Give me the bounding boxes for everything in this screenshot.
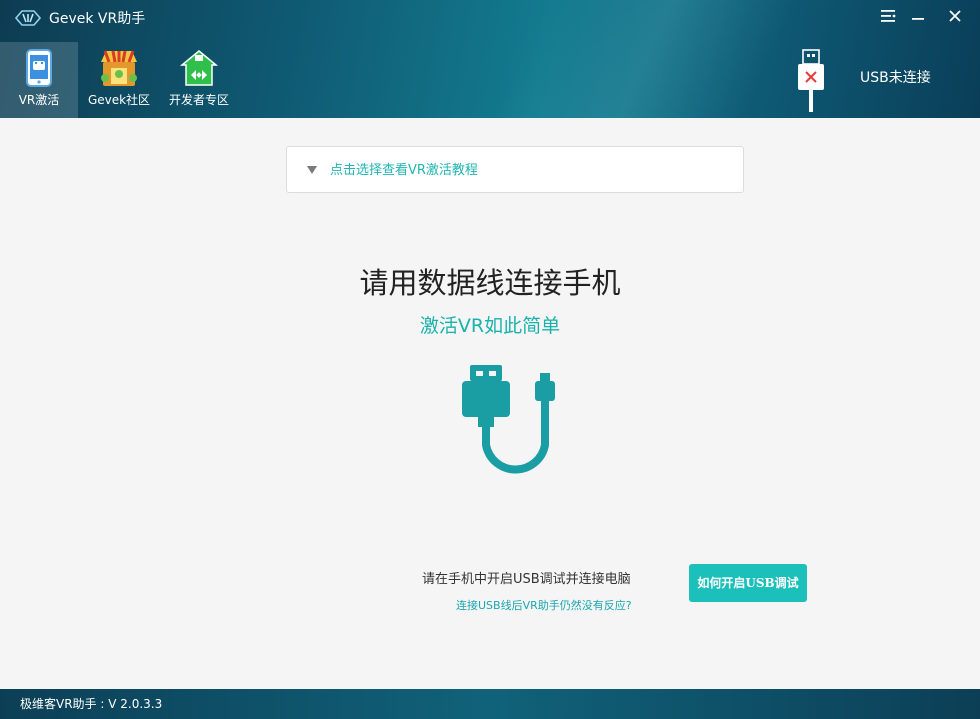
nav-item-gevek-community[interactable]: Gevek社区 <box>80 42 158 118</box>
close-button[interactable] <box>943 6 967 26</box>
nav-item-label: VR激活 <box>18 93 60 107</box>
instruction-text: 请在手机中开启USB调试并连接电脑 <box>422 572 631 587</box>
app-logo-icon <box>15 10 41 26</box>
app-title: Gevek VR助手 <box>49 11 146 27</box>
close-icon <box>949 10 961 22</box>
status-bar: 极维客VR助手 : V 2.0.3.3 <box>0 689 980 719</box>
tutorial-dropdown-label: 点击选择查看VR激活教程 <box>330 163 478 178</box>
no-response-help-link[interactable]: 连接USB线后VR助手仍然没有反应? <box>456 598 632 614</box>
minimize-icon <box>912 18 924 20</box>
phone-activate-icon <box>26 49 52 87</box>
nav-item-label: 开发者专区 <box>168 93 229 107</box>
developer-house-icon <box>179 50 219 86</box>
nav-item-label: Gevek社区 <box>87 93 151 107</box>
nav-item-developer-zone[interactable]: 开发者专区 <box>160 42 238 118</box>
usb-status-label: USB未连接 <box>860 70 931 86</box>
main-subline: 激活VR如此简单 <box>419 315 561 337</box>
tutorial-dropdown[interactable]: 点击选择查看VR激活教程 <box>286 146 744 193</box>
title-bar: Gevek VR助手 <box>0 0 980 38</box>
nav-item-vr-activate[interactable]: VR激活 <box>0 42 78 118</box>
minimize-button[interactable] <box>906 6 930 26</box>
how-to-enable-usb-debug-button[interactable]: 如何开启USB调试 <box>689 564 807 602</box>
menu-button[interactable] <box>877 6 901 26</box>
triangle-down-icon <box>307 166 317 174</box>
shop-community-icon <box>101 50 137 86</box>
menu-icon <box>881 10 896 22</box>
usb-disconnected-icon <box>798 49 824 112</box>
main-headline: 请用数据线连接手机 <box>359 266 621 300</box>
header: Gevek VR助手 VR激活 Gevek社区 开发者专区 USB未连接 <box>0 0 980 118</box>
usb-cable-icon <box>462 365 555 474</box>
version-label: 极维客VR助手 : V 2.0.3.3 <box>20 697 163 711</box>
